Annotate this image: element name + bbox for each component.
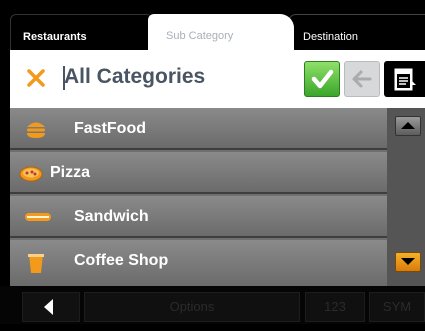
backspace-button[interactable]: [344, 61, 380, 97]
app-window: Restaurants Sub Category Destination All…: [0, 0, 425, 324]
tab-destination[interactable]: Destination: [288, 14, 425, 50]
burger-icon: [27, 122, 45, 138]
list-item-fastfood[interactable]: FastFood: [10, 108, 387, 150]
list-item-label: FastFood: [74, 120, 146, 137]
notepad-icon: [394, 68, 416, 91]
coffee-cup-icon: [28, 254, 44, 273]
search-header: All Categories: [10, 50, 425, 108]
tab-restaurants[interactable]: Restaurants: [10, 14, 156, 50]
list-item-pizza[interactable]: Pizza: [10, 152, 387, 194]
list-item-sandwich[interactable]: Sandwich: [10, 196, 387, 238]
confirm-button[interactable]: [304, 61, 340, 97]
keyboard-toggle-button[interactable]: [384, 61, 425, 97]
tab-sub-category[interactable]: Sub Category: [148, 14, 294, 50]
numbers-keyboard-button[interactable]: 123: [305, 292, 365, 322]
clear-icon[interactable]: [26, 68, 46, 88]
bottom-toolbar: Options 123 SYM: [0, 286, 425, 324]
triangle-down-icon: [401, 258, 415, 265]
triangle-left-icon: [44, 299, 53, 315]
list-item-label: Sandwich: [74, 208, 149, 225]
scroll-down-button[interactable]: [395, 252, 421, 272]
check-icon: [311, 69, 334, 89]
options-button[interactable]: Options: [84, 292, 300, 322]
list-item-label: Coffee Shop: [74, 252, 169, 269]
arrow-left-icon: [352, 70, 372, 88]
pizza-icon: [19, 166, 43, 182]
category-search-field[interactable]: All Categories: [64, 65, 205, 89]
subcategory-list: FastFood Pizza Sandwich Coffee Shop: [10, 108, 387, 286]
symbols-keyboard-button[interactable]: SYM: [369, 292, 425, 322]
back-button[interactable]: [22, 292, 80, 322]
sandwich-icon: [25, 213, 51, 221]
list-item-coffee-shop[interactable]: Coffee Shop: [10, 240, 387, 286]
scrollbar[interactable]: [387, 108, 425, 286]
list-item-label: Pizza: [50, 164, 91, 181]
scroll-up-button[interactable]: [395, 116, 421, 136]
triangle-up-icon: [401, 122, 415, 129]
